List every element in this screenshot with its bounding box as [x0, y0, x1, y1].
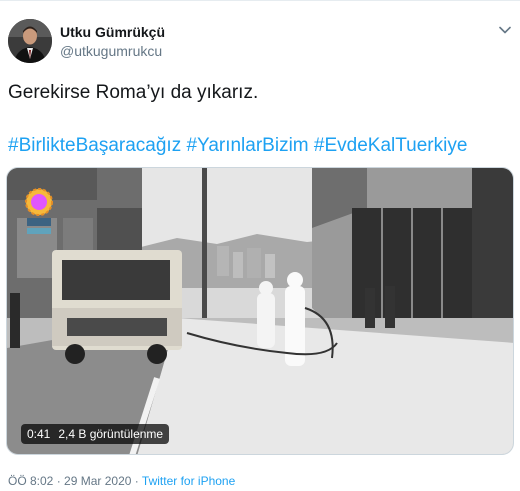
- video-frame: [7, 168, 513, 454]
- tweet-header: Utku Gümrükçü @utkugumrukcu: [8, 15, 512, 67]
- meta-separator: ·: [56, 474, 61, 488]
- tweet-card: Utku Gümrükçü @utkugumrukcu Gerekirse Ro…: [0, 0, 520, 491]
- hashtag-yarinlarbizim[interactable]: #YarınlarBizim: [186, 135, 308, 156]
- author-handle[interactable]: @utkugumrukcu: [60, 41, 165, 61]
- tweet-meta: ÖÖ 8:02 · 29 Mar 2020 · Twitter for iPho…: [8, 473, 235, 489]
- hashtag-evdekalturkiye[interactable]: #EvdeKalTuerkiye: [314, 135, 467, 156]
- avatar[interactable]: [8, 19, 52, 63]
- tweet-source-link[interactable]: Twitter for iPhone: [142, 474, 235, 488]
- tweet-date[interactable]: 29 Mar 2020: [64, 474, 131, 488]
- tweet-time[interactable]: ÖÖ 8:02: [8, 474, 53, 488]
- channel-logo: [23, 184, 55, 238]
- video-duration: 0:41: [27, 427, 51, 441]
- author-names: Utku Gümrükçü @utkugumrukcu: [60, 23, 165, 61]
- tweet-text: Gerekirse Roma’yı da yıkarız.: [8, 82, 259, 103]
- video-views: 2,4 B görüntülenme: [58, 427, 164, 441]
- hashtag-line: #BirlikteBaşaracağız #YarınlarBizim #Evd…: [8, 134, 467, 158]
- hashtag-birliktebasaracagiz[interactable]: #BirlikteBaşaracağız: [8, 135, 181, 156]
- video-player[interactable]: 0:41 2,4 B görüntülenme: [6, 167, 514, 455]
- chevron-down-icon[interactable]: [498, 23, 512, 37]
- meta-separator: ·: [134, 474, 139, 488]
- author-display-name[interactable]: Utku Gümrükçü: [60, 23, 165, 41]
- video-info-badge: 0:41 2,4 B görüntülenme: [21, 424, 170, 444]
